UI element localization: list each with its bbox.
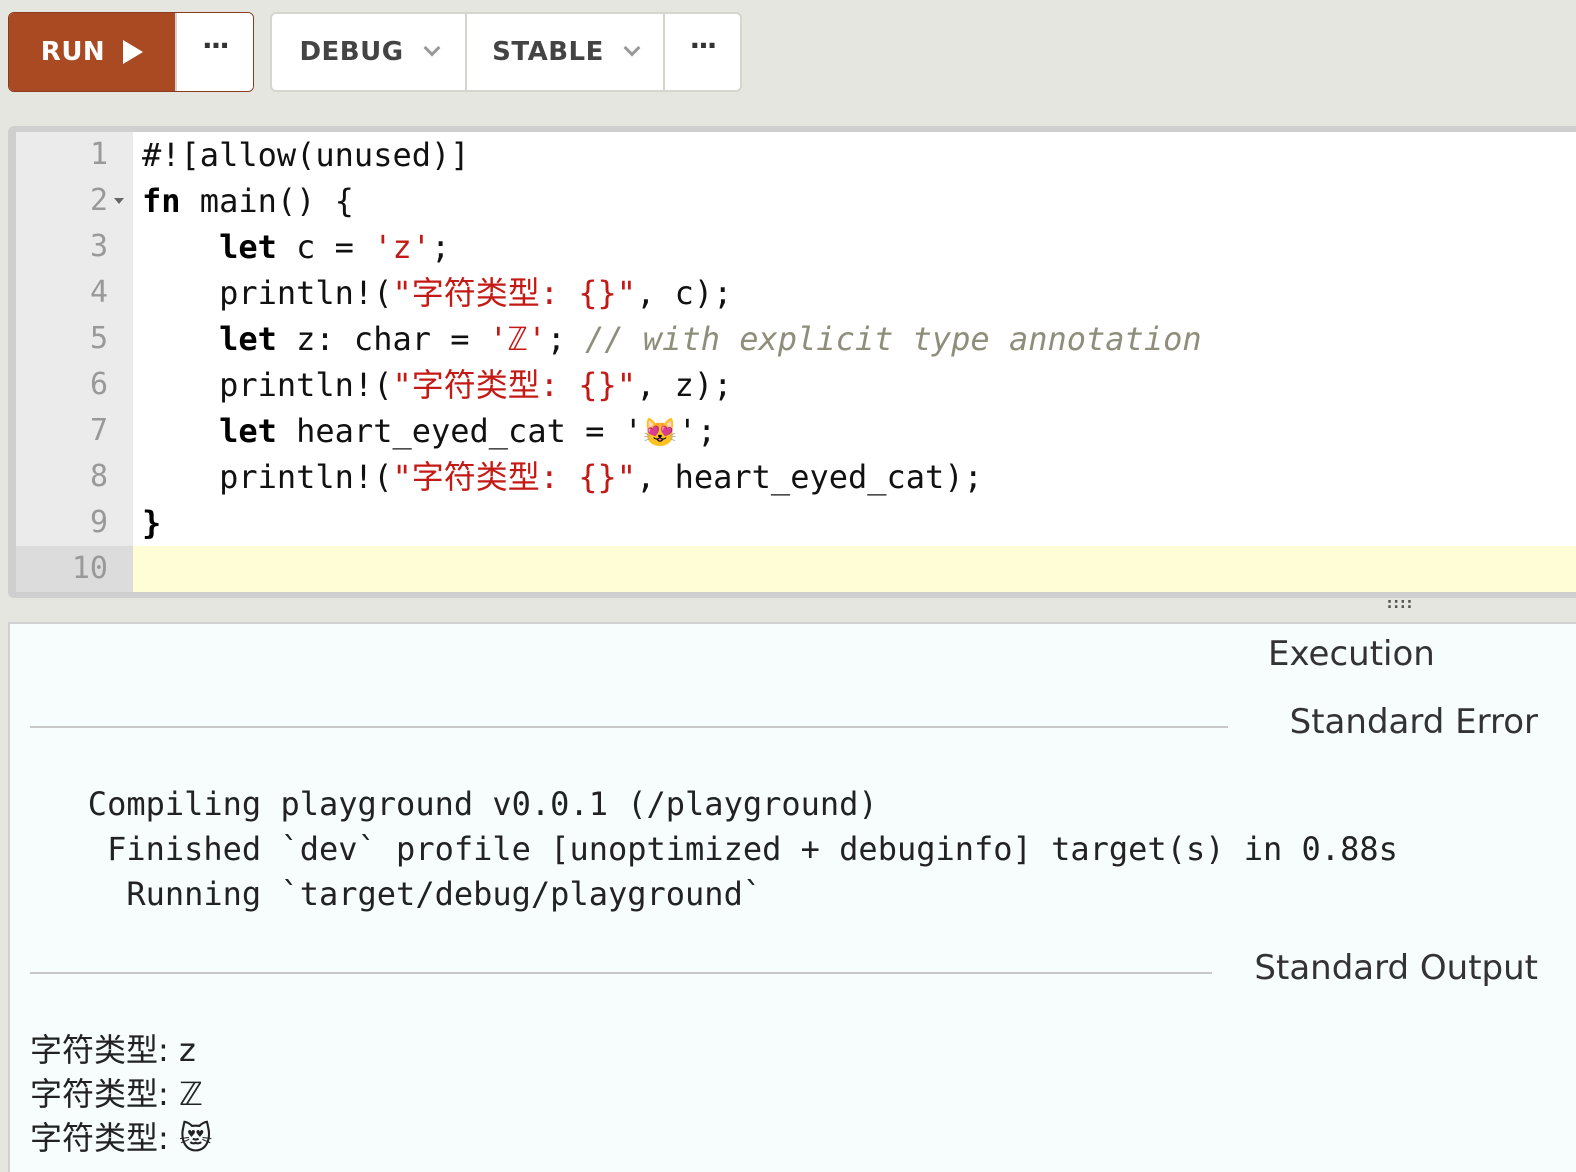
code-line[interactable]: 4 println!("字符类型: {}", c);	[16, 270, 1576, 316]
more-icon: ···	[202, 29, 230, 62]
code-token: , c);	[636, 274, 733, 312]
code-editor[interactable]: 1 #![allow(unused)] 2 fn main() {3 let c = …	[8, 126, 1576, 598]
code-token: "字符类型: {}"	[392, 274, 637, 312]
line-number-cell: 1	[16, 132, 133, 178]
build-mode-dropdown[interactable]: DEBUG	[272, 14, 465, 90]
code-token: 'z'	[373, 228, 431, 266]
code-text: let c = 'z';	[142, 224, 450, 270]
line-number-cell: 4	[16, 270, 133, 316]
output-panel: Execution Standard Error Compiling playg…	[8, 622, 1576, 1172]
line-number-cell: 3	[16, 224, 133, 270]
code-token: , heart_eyed_cat);	[636, 458, 983, 496]
line-number-cell: 10	[16, 546, 133, 592]
code-text: println!("字符类型: {}", c);	[142, 270, 732, 316]
code-line[interactable]: 8 println!("字符类型: {}", heart_eyed_cat);	[16, 454, 1576, 500]
stdout-header: Standard Output	[30, 946, 1562, 996]
code-token: heart_eyed_cat = '	[276, 412, 643, 450]
code-token: ;	[546, 320, 586, 358]
stderr-label: Standard Error	[1289, 702, 1538, 742]
line-number: 8	[89, 459, 108, 494]
code-token: #![allow(unused)]	[142, 136, 470, 174]
line-number-cell: 9	[16, 500, 133, 546]
line-number: 1	[89, 137, 108, 172]
line-number: 6	[89, 367, 108, 402]
code-text: fn main() {	[142, 178, 354, 224]
line-number-cell: 2	[16, 178, 133, 224]
fold-arrow-icon[interactable]	[114, 198, 124, 204]
line-number-cell: 7	[16, 408, 133, 454]
line-number: 3	[89, 229, 108, 264]
code-token: "字符类型: {}"	[392, 366, 637, 404]
line-number: 10	[71, 551, 108, 586]
line-number: 2	[89, 183, 108, 218]
code-token: , z);	[636, 366, 733, 404]
build-mode-label: DEBUG	[299, 37, 404, 67]
more-icon: ···	[689, 29, 718, 62]
stderr-header: Standard Error	[30, 700, 1562, 750]
line-number: 4	[89, 275, 108, 310]
code-token: 'ℤ'	[488, 320, 547, 358]
line-number: 9	[89, 505, 108, 540]
code-token: println!(	[142, 366, 393, 404]
code-token: 😻	[642, 416, 678, 449]
stdout-label: Standard Output	[1254, 948, 1538, 988]
code-token: "字符类型: {}"	[392, 458, 637, 496]
code-line[interactable]: 6 println!("字符类型: {}", z);	[16, 362, 1576, 408]
code-token: main() {	[180, 182, 354, 220]
code-token: c =	[276, 228, 374, 266]
code-token: println!(	[142, 458, 393, 496]
code-line[interactable]: 5 let z: char = 'ℤ'; // with explicit ty…	[16, 316, 1576, 362]
config-more-button[interactable]: ···	[663, 14, 740, 90]
divider	[30, 972, 1212, 974]
code-line[interactable]: 10	[16, 546, 1576, 592]
line-number-cell: 8	[16, 454, 133, 500]
line-number-cell: 5	[16, 316, 133, 362]
run-button[interactable]: RUN	[9, 13, 175, 91]
code-line[interactable]: 7 let heart_eyed_cat = '😻';	[16, 408, 1576, 454]
line-number: 5	[89, 321, 108, 356]
code-token: let	[219, 228, 277, 266]
run-label: RUN	[40, 37, 106, 67]
code-token: }	[142, 504, 162, 542]
stderr-text: Compiling playground v0.0.1 (/playground…	[87, 785, 1398, 913]
code-line[interactable]: 2 fn main() {	[16, 178, 1576, 224]
code-token: println!(	[142, 274, 393, 312]
channel-label: STABLE	[492, 37, 604, 67]
code-editor-area[interactable]: 1 #![allow(unused)] 2 fn main() {3 let c = …	[16, 132, 1576, 592]
code-text: let heart_eyed_cat = '😻';	[142, 408, 716, 456]
code-text: let z: char = 'ℤ'; // with explicit type…	[142, 316, 1202, 362]
code-token: fn	[142, 182, 181, 220]
chevron-down-icon	[423, 39, 441, 57]
code-text: println!("字符类型: {}", z);	[142, 362, 732, 408]
code-line[interactable]: 9}	[16, 500, 1576, 546]
chevron-down-icon	[623, 39, 641, 57]
code-token: let	[219, 412, 277, 450]
channel-dropdown[interactable]: STABLE	[465, 14, 663, 90]
code-text: #![allow(unused)]	[142, 132, 470, 178]
code-token: ;	[430, 228, 451, 266]
code-token: z: char =	[276, 320, 489, 358]
code-line[interactable]: 1 #![allow(unused)]	[16, 132, 1576, 178]
code-token: // with explicit type annotation	[585, 320, 1202, 358]
run-more-button[interactable]: ···	[175, 13, 253, 91]
code-token: let	[219, 320, 277, 358]
code-text: println!("字符类型: {}", heart_eyed_cat);	[142, 454, 983, 500]
output-title: Execution	[1268, 634, 1435, 674]
line-number-cell: 6	[16, 362, 133, 408]
code-line[interactable]: 3 let c = 'z';	[16, 224, 1576, 270]
code-text: }	[142, 500, 161, 546]
code-token: ';	[677, 412, 717, 450]
play-icon	[123, 40, 144, 64]
config-button-group: DEBUG STABLE ···	[270, 12, 742, 92]
run-button-group: RUN ···	[8, 12, 254, 92]
resize-handle[interactable]: ::::	[1383, 597, 1417, 620]
divider	[30, 726, 1228, 728]
stdout-text: 字符类型: z 字符类型: ℤ 字符类型: 😻	[30, 1031, 213, 1157]
line-number: 7	[89, 413, 108, 448]
toolbar: RUN ··· DEBUG STABLE ···	[8, 12, 768, 92]
